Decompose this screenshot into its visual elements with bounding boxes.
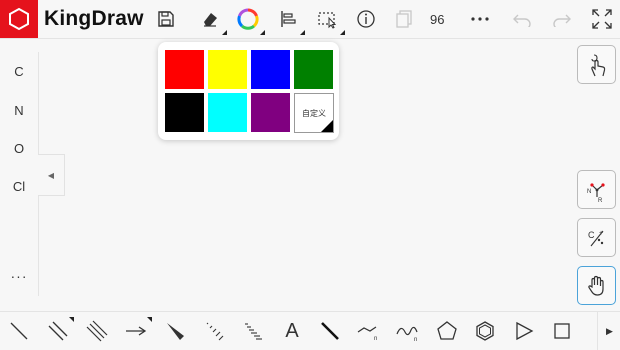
app-name: KingDraw [44,7,144,30]
benzene-icon [476,321,494,341]
touch-draw-icon [590,53,605,76]
square-icon [554,323,570,339]
double-bond-button[interactable] [45,317,74,343]
custom-color-label: 自定义 [302,108,326,118]
kingdraw-logo-icon [0,0,38,38]
cyclopentane-icon [437,321,457,340]
eraser-icon [204,13,217,27]
top-toolbar: KingDraw 96 [0,0,620,39]
bold-bond-button[interactable] [317,319,343,343]
atom-cl-button[interactable]: Cl [0,179,38,194]
charge-icon: C + [588,230,603,246]
copy-icon [396,10,412,28]
single-bond-icon [10,322,28,340]
scroll-right-button[interactable]: ▶ [597,312,620,350]
bold-bond-icon [321,322,339,340]
hand-icon [587,275,604,296]
submenu-indicator [260,30,265,35]
undo-icon [513,14,531,27]
more-button[interactable] [466,5,494,33]
save-button[interactable] [152,5,180,33]
triangle-button[interactable] [511,319,537,343]
svg-text:n: n [414,337,417,342]
eraser-button[interactable] [196,5,227,35]
color-swatch-cyan[interactable] [208,93,247,132]
chain-icon: n [357,326,377,342]
hashed-wedge-icon [206,322,224,341]
select-button[interactable] [314,5,345,35]
redo-icon [553,14,571,27]
atom-c-button[interactable]: C [0,64,38,79]
single-bond-button[interactable] [6,319,32,343]
color-swatch-yellow[interactable] [208,50,247,89]
fullscreen-button[interactable] [588,5,616,33]
submenu-indicator [340,30,345,35]
chain-button[interactable]: n [356,319,382,343]
more-atoms-button[interactable]: ··· [0,268,38,284]
svg-text:n: n [374,336,377,342]
submenu-indicator [69,317,74,322]
color-swatch-blue[interactable] [251,50,290,89]
select-icon [318,12,337,29]
undo-button[interactable] [508,5,536,33]
curved-arrow-icon: n [396,326,418,342]
svg-text:R: R [598,198,603,203]
collapse-panel-button[interactable]: ◀ [38,154,65,196]
align-icon [281,11,296,27]
zoom-level[interactable]: 96 [430,12,444,27]
more-icon [471,17,489,21]
submenu-indicator [147,317,152,322]
color-swatch-purple[interactable] [251,93,290,132]
curved-arrow-button[interactable]: n [395,319,421,343]
color-wheel-icon [237,8,259,30]
svg-text:N: N [587,189,591,195]
svg-text:+: + [599,230,603,237]
bottom-toolbar: A n n ▶ [0,311,620,350]
benzene-button[interactable] [472,319,498,343]
svg-text:C: C [588,230,595,240]
arrow-button[interactable] [123,317,152,343]
atom-n-button[interactable]: N [0,103,38,118]
triple-bond-button[interactable] [84,319,110,343]
custom-color-button[interactable]: 自定义 [294,93,334,133]
hand-button[interactable] [577,266,616,305]
info-button[interactable] [352,5,380,33]
atom-panel: C N O Cl ··· [0,52,39,296]
template-icon: NR [587,182,605,203]
touch-draw-button[interactable] [577,45,616,84]
text-tool-button[interactable]: A [279,319,305,343]
triangle-icon [516,321,534,341]
corner-triangle-icon [321,120,333,132]
submenu-indicator [300,30,305,35]
color-swatch-black[interactable] [165,93,204,132]
caret-right-icon: ▶ [606,325,613,336]
wavy-bond-icon [245,323,262,340]
triple-bond-icon [86,320,108,342]
fullscreen-icon [592,9,612,29]
cyclopentane-button[interactable] [434,319,460,343]
color-button[interactable] [234,5,265,35]
color-picker-popup: 自定义 [158,42,339,140]
double-bond-icon [48,321,68,341]
atom-o-button[interactable]: O [0,141,38,156]
color-swatch-red[interactable] [165,50,204,89]
caret-left-icon: ◀ [47,170,55,180]
charge-button[interactable]: C + [577,218,616,257]
copy-button[interactable] [390,5,418,33]
wavy-bond-button[interactable] [240,319,266,343]
template-button[interactable]: NR [577,170,616,209]
color-swatch-green[interactable] [294,50,333,89]
info-icon [357,10,375,28]
text-icon: A [285,319,299,342]
wedge-bond-button[interactable] [162,319,188,343]
redo-button[interactable] [548,5,576,33]
square-button[interactable] [549,319,575,343]
wedge-bond-icon [167,323,184,340]
hashed-wedge-button[interactable] [201,319,227,343]
arrow-icon [126,326,147,336]
submenu-indicator [222,30,227,35]
save-icon [158,11,174,27]
align-button[interactable] [274,5,305,35]
